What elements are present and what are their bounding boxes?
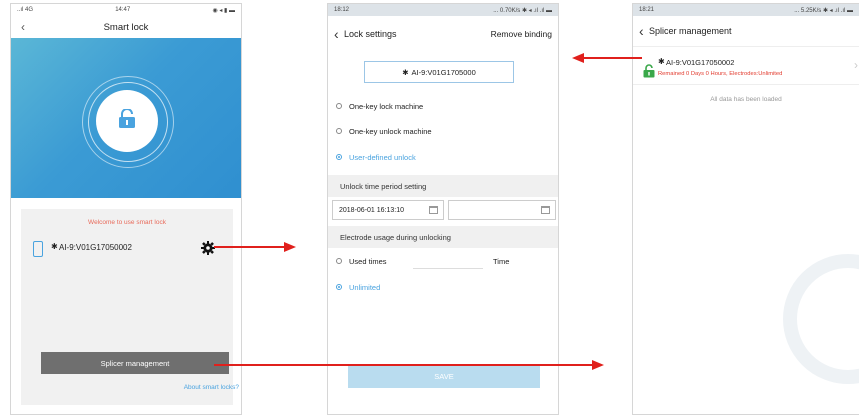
device-row[interactable]: ✱ AI-9:V01G17050002 bbox=[33, 239, 223, 259]
splicer-list-item[interactable]: ✱ AI-9:V01G17050002 Remained 0 Days 0 Ho… bbox=[633, 48, 859, 85]
bluetooth-icon: ✱ bbox=[402, 67, 409, 77]
used-times-label: Used times bbox=[349, 256, 387, 266]
welcome-text: Welcome to use smart lock bbox=[88, 219, 166, 226]
radio-user-defined[interactable] bbox=[336, 154, 342, 160]
all-loaded-text: All data has been loaded bbox=[710, 96, 782, 103]
start-time-field[interactable]: 2018-06-01 16:13:10 bbox=[332, 200, 444, 220]
status-bar: 18:12 ... 0.70K/s ✱ ◂ .ıl .ıl ▬ bbox=[328, 4, 558, 16]
option-one-key-unlock-label: One-key unlock machine bbox=[349, 126, 432, 136]
device-panel: Welcome to use smart lock ✱ AI-9:V01G170… bbox=[21, 209, 239, 405]
radio-used-times[interactable] bbox=[336, 258, 342, 264]
option-one-key-lock-label: One-key lock machine bbox=[349, 101, 424, 111]
lock-button[interactable] bbox=[96, 90, 158, 152]
option-unlimited[interactable]: Unlimited bbox=[328, 280, 558, 294]
section-electrode-usage: Electrode usage during unlocking bbox=[328, 226, 558, 248]
option-one-key-lock[interactable]: One-key lock machine bbox=[328, 99, 558, 113]
chevron-right-icon: › bbox=[854, 58, 858, 72]
device-name-box: ✱ AI-9:V01G1705000 bbox=[364, 61, 514, 83]
device-name: AI-9:V01G17050002 bbox=[666, 58, 735, 67]
remove-binding-button[interactable]: Remove binding bbox=[491, 29, 552, 39]
screen-smart-lock: ..ıl 4G 14:47 ◉ ◂ ▮ ▬ ‹ Smart lock Welco… bbox=[10, 3, 242, 415]
option-user-defined-label: User-defined unlock bbox=[349, 152, 416, 162]
calendar-icon bbox=[541, 206, 550, 214]
nav-bar: ‹ Lock settings Remove binding bbox=[328, 16, 558, 52]
end-time-field[interactable] bbox=[448, 200, 556, 220]
radio-one-key-lock[interactable] bbox=[336, 103, 342, 109]
start-time-value: 2018-06-01 16:13:10 bbox=[339, 206, 404, 214]
radio-unlimited[interactable] bbox=[336, 284, 342, 290]
device-name: AI-9:V01G17050002 bbox=[59, 243, 132, 252]
option-used-times[interactable]: Used times Time bbox=[328, 253, 558, 269]
status-icons: ◉ ◂ ▮ ▬ bbox=[212, 7, 235, 14]
gear-icon[interactable] bbox=[201, 241, 215, 255]
splicer-management-button[interactable]: Splicer management bbox=[41, 352, 229, 374]
status-time: 18:21 bbox=[639, 7, 655, 13]
status-signal: ..ıl 4G bbox=[17, 7, 34, 13]
remaining-status: Remained 0 Days 0 Hours, Electrodes:Unli… bbox=[658, 71, 783, 77]
status-bar: 18:21 ... 5.25K/s ✱ ◂ .ıl .ıl ▬ bbox=[633, 4, 859, 16]
back-icon[interactable]: ‹ bbox=[334, 26, 339, 42]
nav-bar: ‹ Smart lock bbox=[11, 16, 241, 38]
option-user-defined[interactable]: User-defined unlock bbox=[328, 150, 558, 164]
status-icons: ... 0.70K/s ✱ ◂ .ıl .ıl ▬ bbox=[493, 7, 552, 14]
watermark-gear bbox=[783, 254, 859, 384]
lock-hero bbox=[11, 38, 241, 198]
back-icon[interactable]: ‹ bbox=[639, 23, 644, 39]
used-times-input[interactable] bbox=[413, 254, 483, 269]
status-time: 14:47 bbox=[115, 7, 131, 13]
status-icons: ... 5.25K/s ✱ ◂ .ıl .ıl ▬ bbox=[794, 7, 853, 14]
phone-icon bbox=[33, 241, 43, 257]
status-bar: ..ıl 4G 14:47 ◉ ◂ ▮ ▬ bbox=[11, 4, 241, 16]
calendar-icon bbox=[429, 206, 438, 214]
bluetooth-icon: ✱ bbox=[658, 57, 665, 66]
times-unit: Time bbox=[493, 256, 510, 266]
about-smart-locks-link[interactable]: About smart locks? bbox=[184, 384, 239, 391]
save-button[interactable]: SAVE bbox=[348, 364, 540, 388]
section-unlock-period: Unlock time period setting bbox=[328, 175, 558, 197]
screen-lock-settings: 18:12 ... 0.70K/s ✱ ◂ .ıl .ıl ▬ ‹ Lock s… bbox=[327, 3, 559, 415]
page-title: Splicer management bbox=[649, 26, 732, 36]
page-title: Lock settings bbox=[344, 29, 397, 39]
status-time: 18:12 bbox=[334, 7, 350, 13]
option-one-key-unlock[interactable]: One-key unlock machine bbox=[328, 124, 558, 138]
page-title: Smart lock bbox=[103, 21, 149, 33]
device-name: AI-9:V01G1705000 bbox=[411, 67, 476, 77]
nav-bar: ‹ Splicer management bbox=[633, 16, 859, 47]
unlocked-lock-icon bbox=[643, 64, 655, 78]
bluetooth-icon: ✱ bbox=[51, 242, 58, 251]
unlimited-label: Unlimited bbox=[349, 282, 381, 292]
unlock-icon bbox=[119, 109, 135, 128]
screen-splicer-management: 18:21 ... 5.25K/s ✱ ◂ .ıl .ıl ▬ ‹ Splice… bbox=[632, 3, 859, 415]
radio-one-key-unlock[interactable] bbox=[336, 128, 342, 134]
